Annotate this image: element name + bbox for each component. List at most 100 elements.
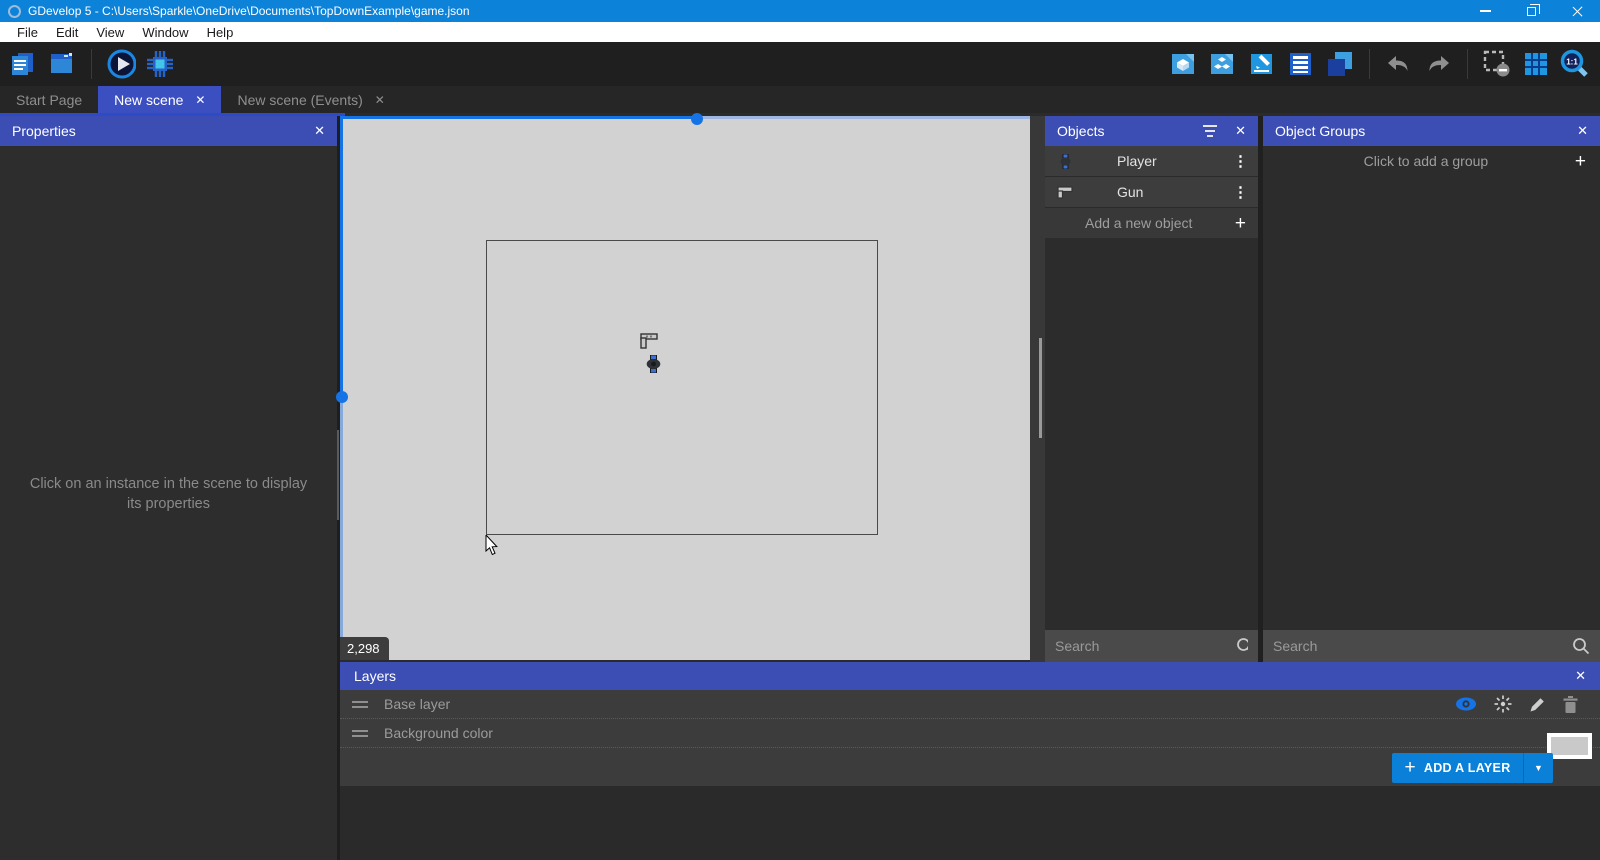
layer-row-base[interactable]: Base layer [340,690,1600,719]
close-properties-icon[interactable]: ✕ [314,123,325,139]
layer-effects-icon[interactable] [1494,695,1512,713]
objects-panel: Objects ✕ Player ⋮ Gun ⋮ Add a new objec… [1045,116,1258,662]
filter-icon[interactable] [1203,125,1218,137]
open-layers-list-button[interactable] [1286,49,1316,79]
menu-file[interactable]: File [8,22,47,42]
close-tab-icon[interactable]: ✕ [375,93,385,107]
toggle-grid-button[interactable] [1521,49,1551,79]
redo-button[interactable] [1423,49,1453,79]
object-menu-icon[interactable]: ⋮ [1233,152,1248,170]
toggle-mask-button[interactable] [1482,49,1512,79]
toolbar-separator [1369,49,1370,79]
open-objects-editor-button[interactable] [1169,49,1199,79]
canvas-scrollbar[interactable] [1030,116,1045,662]
objects-panel-header: Objects ✕ [1045,116,1258,146]
undo-icon [1388,56,1408,71]
close-tab-icon[interactable]: ✕ [195,93,205,107]
editor-tabs: Start Page New scene ✕ New scene (Events… [0,86,1600,113]
scrollbar-thumb[interactable] [1039,338,1042,438]
layer-name: Base layer [384,696,451,712]
svg-text:1:1: 1:1 [1566,58,1578,67]
edit-layer-pencil-icon[interactable] [1529,696,1546,713]
object-row-player[interactable]: Player ⋮ [1045,146,1258,177]
restore-icon [1526,3,1540,16]
zoom-1-1-icon: 1:1 [1560,49,1588,77]
undo-button[interactable] [1384,49,1414,79]
gun-instance[interactable] [639,330,659,350]
minimize-icon [1479,10,1491,12]
object-row-gun[interactable]: Gun ⋮ [1045,177,1258,208]
minimize-button[interactable] [1462,0,1508,22]
play-icon [107,49,136,79]
resize-handle-top[interactable] [691,113,703,125]
object-groups-panel-title: Object Groups [1275,123,1366,139]
chevron-down-icon: ▼ [1534,763,1543,773]
layer-row-background-color[interactable]: Background color [340,719,1600,748]
scene-window-icon [51,53,72,73]
menu-help[interactable]: Help [198,22,243,42]
properties-panel: Properties ✕ Click on an instance in the… [0,116,337,860]
toolbar-separator [1467,49,1468,79]
add-layer-dropdown[interactable]: ▼ [1523,753,1553,783]
objects-search-bar [1045,630,1258,662]
layers-panel-title: Layers [354,668,397,684]
menu-window[interactable]: Window [133,22,197,42]
menu-bar: File Edit View Window Help [0,22,1600,42]
objects-panel-title: Objects [1057,123,1105,139]
player-instance[interactable] [646,355,661,373]
close-object-groups-icon[interactable]: ✕ [1577,123,1588,139]
project-manager-icon [12,53,33,75]
tab-new-scene[interactable]: New scene ✕ [98,86,222,113]
menu-edit[interactable]: Edit [47,22,87,42]
layers-panel: Layers ✕ Base layer Background color + A… [340,662,1600,860]
close-icon [1572,6,1583,17]
open-object-groups-button[interactable] [1208,49,1238,79]
delete-layer-trash-icon[interactable] [1563,695,1578,713]
swatch-color [1551,737,1588,755]
plus-icon: + [1404,757,1416,778]
object-name: Player [1117,153,1157,169]
visibility-eye-icon[interactable] [1455,697,1477,711]
properties-panel-header: Properties ✕ [0,116,337,146]
mask-selection-icon [1483,50,1510,77]
objects-search-input[interactable] [1055,638,1236,654]
add-layer-button[interactable]: + ADD A LAYER ▼ [1392,753,1553,783]
groups-search-bar [1263,630,1600,662]
menu-view[interactable]: View [87,22,133,42]
groups-search-input[interactable] [1273,638,1572,654]
open-instances-list-button[interactable] [1325,49,1355,79]
object-groups-icon [1211,54,1233,74]
close-window-button[interactable] [1554,0,1600,22]
restore-button[interactable] [1508,0,1554,22]
preview-play-button[interactable] [106,49,136,79]
close-objects-icon[interactable]: ✕ [1235,123,1246,139]
gun-object-icon [1055,185,1075,199]
close-layers-icon[interactable]: ✕ [1575,668,1586,684]
status-badge: 2,298 [340,637,389,660]
object-groups-panel-header: Object Groups ✕ [1263,116,1600,146]
background-color-swatch[interactable] [1547,733,1592,759]
tab-new-scene-events[interactable]: New scene (Events) ✕ [221,86,400,113]
resize-handle-left[interactable] [336,391,348,403]
project-manager-button[interactable] [8,49,38,79]
add-group-button[interactable]: Click to add a group + [1263,146,1600,176]
instances-list-icon [1328,52,1352,76]
redo-icon [1429,56,1449,71]
scene-canvas[interactable]: 2,298 [336,113,1030,660]
object-menu-icon[interactable]: ⋮ [1233,183,1248,201]
open-properties-button[interactable] [1247,49,1277,79]
drag-handle-icon[interactable] [352,729,368,737]
start-page-button[interactable] [47,49,77,79]
grid-icon [1525,53,1547,75]
mouse-cursor [485,535,498,556]
debugger-button[interactable] [145,49,175,79]
scene-properties-icon [1251,54,1272,74]
tab-start-page[interactable]: Start Page [0,86,98,113]
add-new-object-button[interactable]: Add a new object + [1045,208,1258,238]
zoom-original-button[interactable]: 1:1 [1560,49,1590,79]
selection-border-top-light [697,116,1030,119]
search-icon [1237,638,1248,651]
object-name: Gun [1117,184,1144,200]
add-layer-label: ADD A LAYER [1423,761,1511,775]
drag-handle-icon[interactable] [352,700,368,708]
